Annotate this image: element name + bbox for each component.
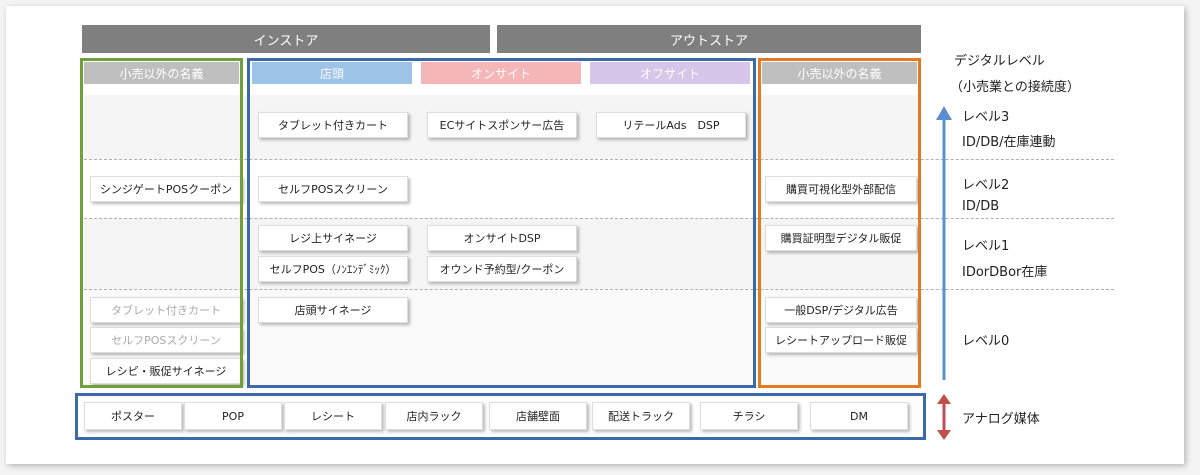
level1-label: レベル1 [962,239,1010,254]
legend-title: デジタルレベル [954,54,1045,69]
level2-label: レベル2 [962,178,1010,193]
level0-label: レベル0 [962,334,1010,349]
level3-label: レベル3 [962,110,1010,125]
analog-double-arrow [937,394,951,440]
level1-desc: IDorDBor在庫 [962,265,1048,280]
arrows-layer [936,106,952,440]
level3-desc: ID/DB/在庫連動 [962,135,1056,150]
digital-level-arrow [936,106,952,380]
analog-label: アナログ媒体 [962,412,1040,427]
level2-desc: ID/DB [962,199,1000,214]
legend-subtitle: （小売業との接続度） [950,80,1080,95]
